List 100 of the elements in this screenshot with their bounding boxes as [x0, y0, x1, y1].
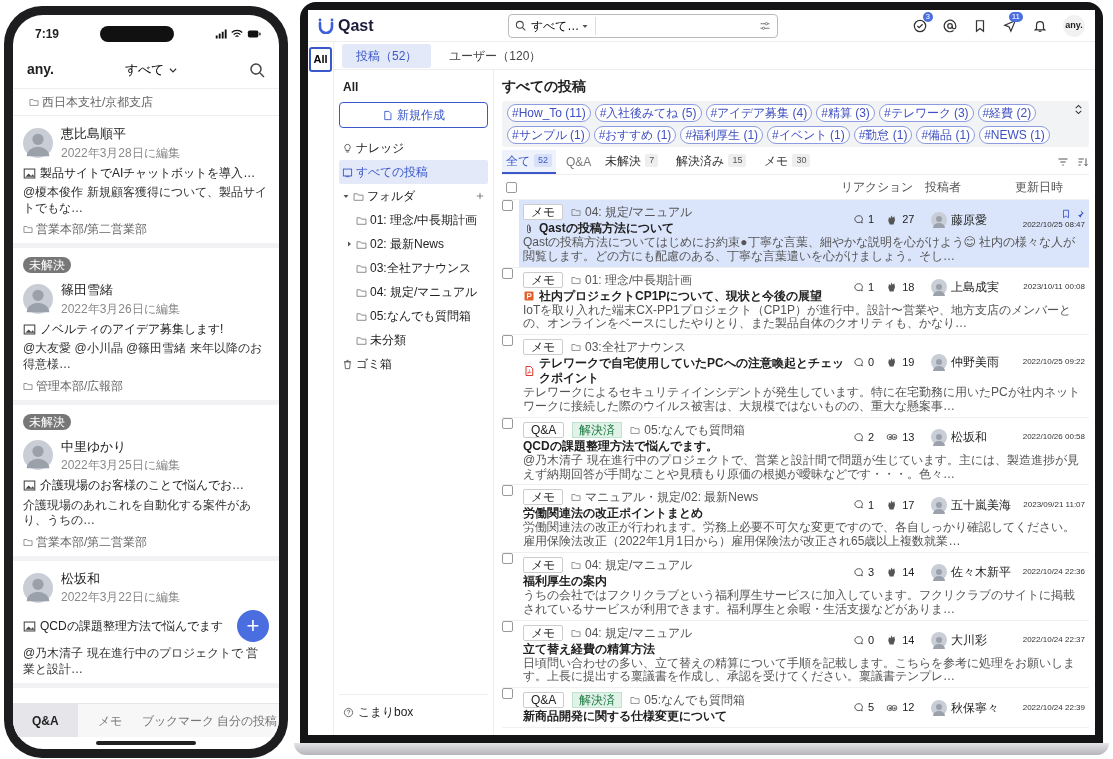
sort-icon[interactable] [1077, 155, 1089, 168]
author-name[interactable]: 藤原愛 [951, 210, 987, 229]
row-checkbox[interactable] [502, 620, 513, 632]
post-row[interactable]: メモ 04: 規定/マニュアル 福利厚生の案内 3 14 佐々木新平 2022/10/24 22:36 うちの会社ではフクリクラブという福利厚生サービスに加入しています。フクリクラブのサイトに掲載されているサービスが利用できます。福利厚生と余暇・生活支援などがありま… [519, 552, 1089, 620]
sidebar-item[interactable]: ナレッジ [339, 136, 488, 160]
row-checkbox[interactable] [502, 335, 513, 347]
filter-tab[interactable]: メモ 30 [760, 149, 815, 174]
post-title[interactable]: 新商品開発に関する仕様変更について [523, 709, 727, 725]
filter-dropdown[interactable]: すべて [125, 59, 178, 80]
post-title[interactable]: 労働関連法の改正ポイントまとめ [523, 506, 703, 522]
tag-chip[interactable]: #福利厚生 (1) [680, 126, 764, 144]
filter-icon[interactable] [1057, 155, 1069, 168]
scope-dropdown[interactable]: すべて… [531, 16, 597, 35]
tag-chip[interactable]: #おすすめ (1) [593, 126, 677, 144]
folder-item[interactable]: 03:全社アナウンス [339, 256, 488, 280]
tag-chip[interactable]: #アイデア募集 (4) [705, 104, 813, 122]
row-checkbox[interactable] [502, 552, 513, 564]
filter-tab[interactable]: 未解決 7 [601, 149, 663, 174]
sidebar-item[interactable]: すべての投稿 [339, 160, 488, 184]
post-title[interactable]: 介護現場のお客様のことで悩んでお… [40, 478, 244, 494]
post-row[interactable]: メモ マニュアル・規定/02: 最新News 労働関連法の改正ポイントまとめ 1 17 五十嵐美海 2023/09/21 11:07 労働関連法の改正が行われます。労務上必要不可欠な変更ですので、各自しっかり確認してください。雇用保険法改正（2022年1月1日から）雇用保険法が改正され65歳以上複数就業… [519, 485, 1089, 552]
caret-icon[interactable] [342, 192, 350, 200]
workspace-tab[interactable]: All [309, 47, 332, 72]
reaction-count: 14 [902, 565, 915, 581]
at-sign-icon[interactable] [943, 19, 957, 34]
sidebar-item[interactable]: ゴミ箱 [339, 352, 488, 376]
post-title[interactable]: QCDの課題整理方法で悩んでます。 [523, 438, 718, 454]
post-row[interactable]: メモ 04: 規定/マニュアル Qastの投稿方法について 1 27 藤原愛 2022/10/25 08:47 Qastの投稿方法についてはじめにお約束●丁寧な言葉、細やかな説明を心がけよう😊 社内の様々な人が閲覧します。どの方にも配慮のある、丁寧な言葉遣いを心がけましょう。そし… [519, 200, 1089, 267]
post-row[interactable]: メモ 04: 規定/マニュアル 立て替え経費の精算方法 0 14 大川彩 2022/10/24 22:37 日頃問い合わせの多い、立て替えの精算について手順を記載します。こちらを参考に処理をお願いします。上長に提出する稟議書を作成し、承認を受けてください。稟議書テンプレ… [519, 620, 1089, 688]
tag-chip[interactable]: #経費 (2) [977, 104, 1037, 122]
caret-icon[interactable] [345, 240, 353, 248]
folder-item[interactable]: 01: 理念/中長期計画 [339, 208, 488, 232]
tag-chip[interactable]: #入社後みてね (5) [594, 104, 702, 122]
post-title[interactable]: テレワークで自宅使用していたPCへの注意喚起とチェックポイント [539, 356, 853, 387]
post-title[interactable]: Qastの投稿方法について [539, 221, 674, 236]
author-name[interactable]: 佐々木新平 [951, 563, 1011, 582]
sidebar-item[interactable]: フォルダ [339, 184, 488, 208]
author-name[interactable]: 仲野美雨 [951, 353, 999, 372]
row-checkbox[interactable] [502, 485, 513, 497]
row-checkbox[interactable] [502, 267, 513, 279]
author-name[interactable]: 松坂和 [951, 428, 987, 447]
bottom-tab[interactable]: ブックマーク [142, 704, 215, 737]
avatar-silhouette [931, 429, 947, 446]
row-checkbox[interactable] [502, 200, 513, 211]
expand-icon[interactable] [1073, 104, 1084, 115]
paper-plane-icon[interactable] [1003, 19, 1017, 34]
content-tab[interactable]: 投稿（52） [342, 43, 432, 68]
tag-chip[interactable]: #サンプル (1) [507, 126, 590, 144]
folder-item[interactable]: 05:なんでも質問箱 [339, 304, 488, 328]
post-title[interactable]: 立て替え経費の精算方法 [523, 641, 655, 657]
post-row[interactable]: メモ 01: 理念/中長期計画 社内プロジェクトCP1Pについて、現状と今後の展望 1 18 上島成実 2023/10/11 00:08 IoTを取り入れた端末CX-PP1プロジェクト（CP1P）が進行中。設計〜営業や、地方支店のメンバーとの、オンラインをベースにしたやりとり、また製品自体のクオリティも、かなり… [519, 267, 1089, 335]
signal-icon [215, 28, 227, 40]
tag-chip[interactable]: #How_To (11) [507, 104, 591, 122]
filter-tab[interactable]: 全て 52 [502, 149, 556, 174]
tag-chip[interactable]: #勤怠 (1) [853, 126, 913, 144]
post-title[interactable]: 社内プロジェクトCP1Pについて、現状と今後の展望 [539, 288, 823, 304]
post-row[interactable]: Q&A 解決済 05:なんでも質問箱 QCDの課題整理方法で悩んでます。 2 13 松坂和 2022/10/26 00:58 @乃木清子 現在進行中のプロジェクトで、営業と設計間で問題が生じています。主には、製造進捗が見えず納期回答が手間なことや見積もり原価の根拠が曖昧などです・・・。色々… [519, 417, 1089, 485]
tag-chip[interactable]: #テレワーク (3) [878, 104, 974, 122]
author-name[interactable]: 秋保寧々 [951, 698, 999, 717]
folder-item[interactable]: 04: 規定/マニュアル [339, 280, 488, 304]
folder-item[interactable]: 未分類 [339, 328, 488, 352]
comment-count: 0 [868, 354, 875, 370]
search-icon[interactable] [249, 61, 265, 78]
author-name[interactable]: 上島成実 [951, 278, 999, 297]
user-avatar[interactable]: any. [1063, 14, 1085, 37]
author-name[interactable]: 五十嵐美海 [951, 495, 1011, 514]
folder-path: 01: 理念/中長期計画 [585, 271, 693, 289]
select-all-checkbox[interactable] [506, 181, 517, 193]
comment-icon [853, 431, 864, 443]
post-excerpt: 日頃問い合わせの多い、立て替えの精算について手順を記載します。こちらを参考に処理をお願いします。上長に提出する稟議書を作成し、承認を受けてください。稟議書テンプレ… [523, 656, 1076, 685]
notification-icon[interactable] [1033, 19, 1047, 34]
add-button[interactable]: + [237, 610, 269, 643]
new-post-button[interactable]: 新規作成 [339, 102, 488, 128]
check-circle-icon[interactable] [913, 19, 927, 34]
bottom-tab[interactable]: メモ [77, 704, 143, 737]
folder-path: 05:なんでも質問箱 [644, 421, 746, 439]
post-title[interactable]: QCDの課題整理方法で悩んでます [40, 618, 223, 635]
bottom-tab[interactable]: 自分の投稿 [214, 704, 279, 737]
post-title[interactable]: ノベルティのアイデア募集します! [40, 321, 224, 338]
bottom-tab[interactable]: Q&A [13, 704, 78, 737]
content-tab[interactable]: ユーザー（120） [435, 43, 556, 68]
post-title[interactable]: 製品サイトでAIチャットボットを導入… [40, 165, 256, 182]
tag-chip[interactable]: #備品 (1) [916, 126, 976, 144]
help-link[interactable]: こまりbox [358, 703, 414, 721]
tag-chip[interactable]: #精算 (3) [816, 104, 875, 122]
tag-chip[interactable]: #イベント (1) [767, 126, 850, 144]
tag-chip[interactable]: #NEWS (1) [979, 126, 1050, 144]
plus-icon[interactable] [475, 191, 485, 201]
bookmark-icon[interactable] [973, 19, 987, 34]
post-row[interactable]: Q&A 解決済 05:なんでも質問箱 新商品開発に関する仕様変更について 5 12 秋保寧々 2022/10/24 22:39 [519, 688, 1089, 728]
row-checkbox[interactable] [502, 688, 513, 700]
post-row[interactable]: メモ 03:全社アナウンス テレワークで自宅使用していたPCへの注意喚起とチェックポイント 0 19 仲野美雨 2022/10/25 09:22 テレワークによるセキュリティインシデントが発生しています。特に在宅勤務に用いたPCが社内ネットワークに接続した際のウイルス被害は、大規模ではないものの、重大な懸案事… [519, 335, 1089, 417]
search-field[interactable]: すべて… [508, 13, 779, 38]
row-checkbox[interactable] [502, 417, 513, 429]
author-name[interactable]: 大川彩 [951, 631, 987, 650]
folder-item[interactable]: 02: 最新News [339, 232, 488, 256]
pin-icon[interactable] [1075, 208, 1085, 219]
sliders-icon[interactable] [759, 19, 772, 32]
filter-tab[interactable]: 解決済み 15 [672, 149, 751, 174]
post-title[interactable]: 福利厚生の案内 [523, 573, 607, 589]
